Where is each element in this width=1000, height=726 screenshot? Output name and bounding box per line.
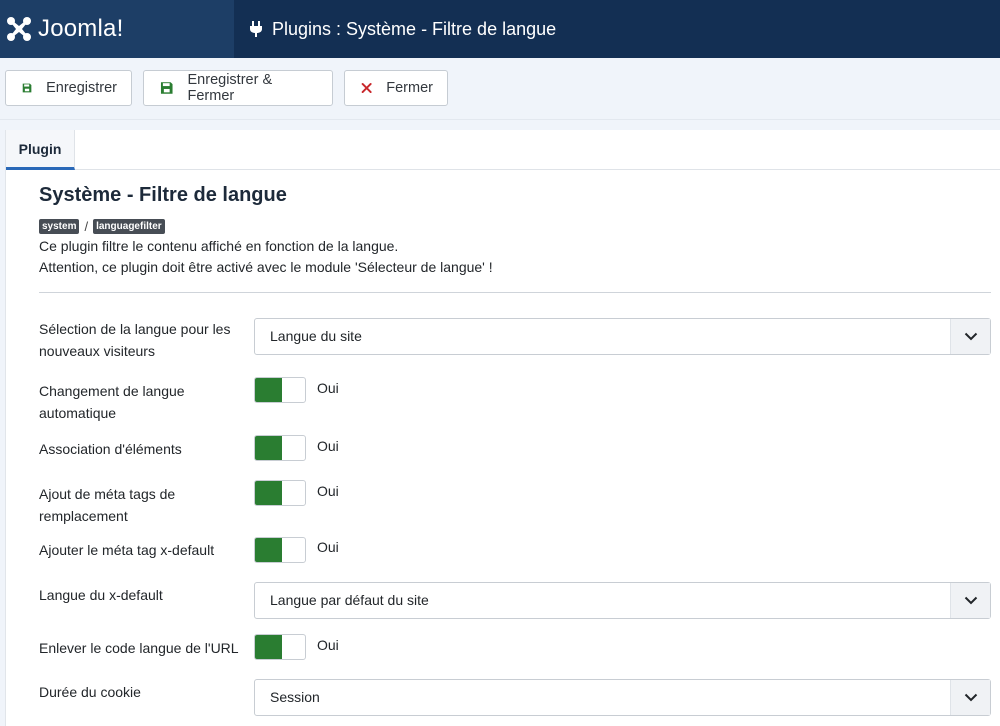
- toggle-state-label: Oui: [317, 539, 339, 555]
- element-badge: languagefilter: [93, 219, 165, 234]
- auto-change-toggle[interactable]: [254, 377, 306, 403]
- close-button[interactable]: Fermer: [344, 70, 448, 106]
- toolbar: Enregistrer Enregistrer & Fermer Fermer: [0, 58, 1000, 120]
- chevron-down-icon: [950, 680, 990, 715]
- xdefault-language-select[interactable]: Langue par défaut du site: [254, 582, 991, 619]
- toggle-state-label: Oui: [317, 380, 339, 396]
- plug-icon: [250, 21, 262, 37]
- page-title-area: Plugins : Système - Filtre de langue: [234, 19, 556, 40]
- toggle-knob: [255, 436, 282, 460]
- joomla-logo[interactable]: Joomla!: [0, 0, 234, 58]
- toggle-knob: [255, 378, 282, 402]
- save-button[interactable]: Enregistrer: [5, 70, 132, 106]
- plugin-description: Ce plugin filtre le contenu affiché en f…: [39, 236, 994, 278]
- save-icon: [22, 83, 32, 93]
- cookie-duration-select[interactable]: Session: [254, 679, 991, 716]
- plugin-panel: Plugin Système - Filtre de langue system…: [5, 130, 1000, 726]
- close-icon: [361, 83, 372, 93]
- select-value: Langue par défaut du site: [270, 592, 429, 608]
- field-label: Changement de langue automatique: [39, 383, 185, 421]
- description-line-2: Attention, ce plugin doit être activé av…: [39, 259, 493, 275]
- plugin-badges: system / languagefilter: [39, 219, 994, 234]
- close-button-label: Fermer: [386, 80, 433, 96]
- field-label: Ajout de méta tags de remplacement: [39, 486, 176, 524]
- divider: [39, 292, 991, 293]
- new-visitors-select[interactable]: Langue du site: [254, 318, 991, 355]
- field-label: Durée du cookie: [39, 684, 141, 700]
- toggle-knob: [255, 481, 282, 505]
- select-value: Session: [270, 689, 320, 705]
- field-label: Enlever le code langue de l'URL: [39, 640, 239, 656]
- field-label: Langue du x-default: [39, 587, 163, 603]
- save-close-button-label: Enregistrer & Fermer: [187, 72, 273, 104]
- select-value: Langue du site: [270, 328, 362, 344]
- chevron-down-icon: [950, 319, 990, 354]
- app-header: Joomla! Plugins : Système - Filtre de la…: [0, 0, 1000, 58]
- save-button-label: Enregistrer: [46, 80, 117, 96]
- toggle-knob: [255, 635, 282, 659]
- toggle-state-label: Oui: [317, 637, 339, 653]
- tab-plugin[interactable]: Plugin: [6, 130, 75, 170]
- logo-text: Joomla!: [38, 15, 124, 42]
- plugin-title: Système - Filtre de langue: [39, 184, 287, 206]
- folder-badge: system: [39, 219, 80, 234]
- save-icon: [160, 82, 173, 94]
- joomla-logo-icon: [7, 17, 31, 41]
- description-line-1: Ce plugin filtre le contenu affiché en f…: [39, 238, 399, 254]
- xdefault-toggle[interactable]: [254, 537, 306, 563]
- badge-separator: /: [84, 219, 89, 234]
- toggle-knob: [255, 538, 282, 562]
- toggle-state-label: Oui: [317, 483, 339, 499]
- save-close-button[interactable]: Enregistrer & Fermer: [143, 70, 333, 106]
- alternate-meta-toggle[interactable]: [254, 480, 306, 506]
- plugin-info: Système - Filtre de langue system / lang…: [39, 184, 994, 293]
- field-label: Ajouter le méta tag x-default: [39, 542, 215, 558]
- chevron-down-icon: [950, 583, 990, 618]
- tab-bar: Plugin: [6, 130, 1000, 170]
- item-associations-toggle[interactable]: [254, 435, 306, 461]
- field-label: Association d'éléments: [39, 441, 182, 457]
- field-label: Sélection de la langue pour les nouveaux…: [39, 321, 231, 359]
- toggle-state-label: Oui: [317, 438, 339, 454]
- page-title: Plugins : Système - Filtre de langue: [272, 18, 557, 39]
- remove-url-code-toggle[interactable]: [254, 634, 306, 660]
